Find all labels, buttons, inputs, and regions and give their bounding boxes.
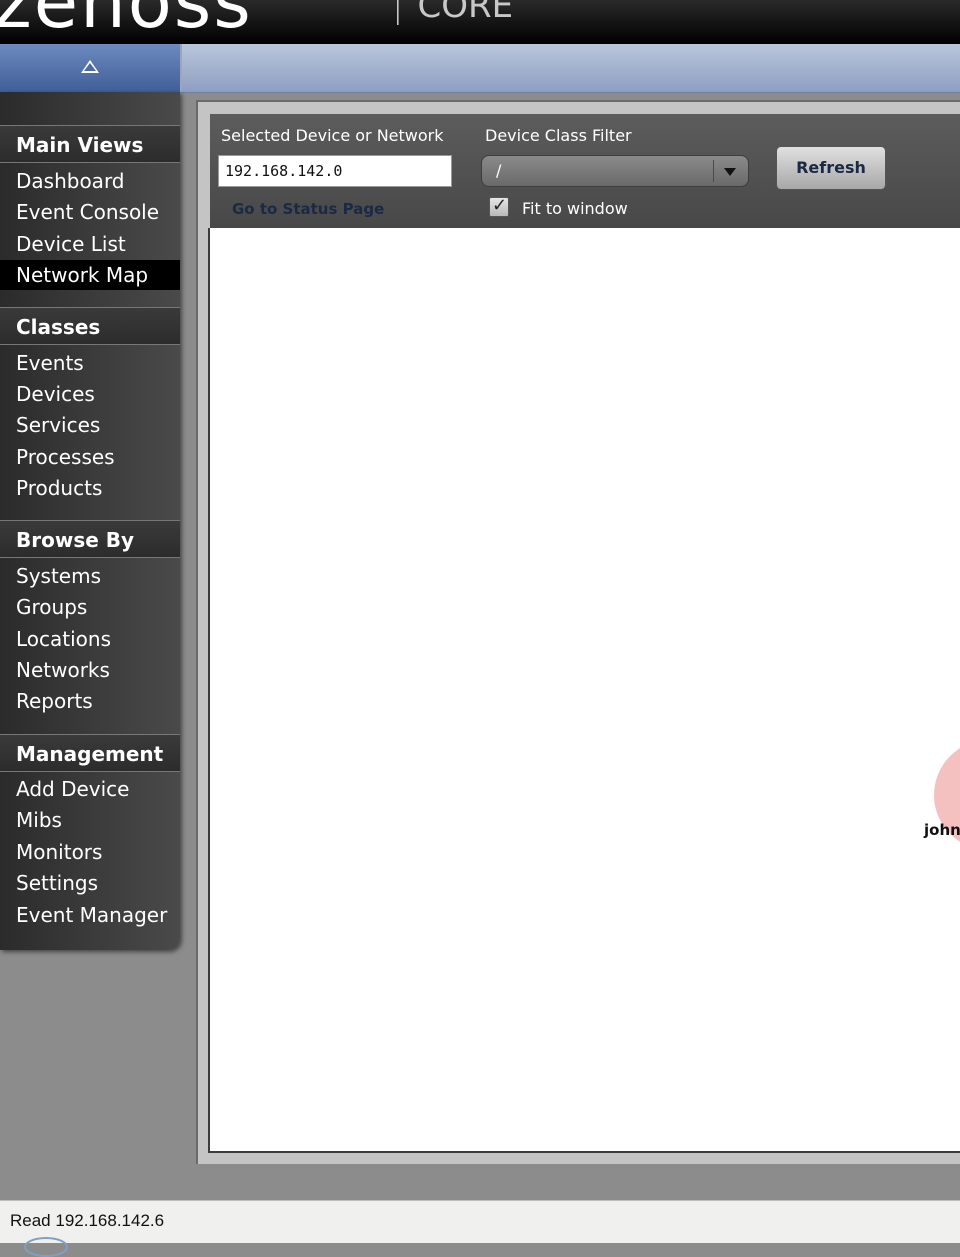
sidebar-item-device-list[interactable]: Device List: [0, 229, 180, 259]
sidebar-item-processes[interactable]: Processes: [0, 442, 180, 472]
fit-to-window-label: Fit to window: [522, 199, 628, 218]
checkmark-icon: ✓: [492, 195, 508, 216]
chevron-down-icon: [724, 168, 736, 176]
sidebar-item-products[interactable]: Products: [0, 473, 180, 503]
collapse-nav-button[interactable]: [0, 44, 182, 92]
sidebar-item-event-manager[interactable]: Event Manager: [0, 900, 180, 930]
network-map-canvas[interactable]: john: [208, 228, 960, 1153]
sidebar-item-locations[interactable]: Locations: [0, 624, 180, 654]
sidebar-item-add-device[interactable]: Add Device: [0, 774, 180, 804]
section-main-views: Main Views: [0, 125, 180, 163]
sidebar-nav: Main Views Dashboard Event Console Devic…: [0, 92, 180, 950]
section-classes: Classes: [0, 307, 180, 345]
device-class-filter-label: Device Class Filter: [485, 126, 632, 145]
app-header: zenoss | CORE: [0, 0, 960, 44]
sidebar-item-dashboard[interactable]: Dashboard: [0, 166, 180, 196]
sidebar-item-settings[interactable]: Settings: [0, 868, 180, 898]
selected-device-label: Selected Device or Network: [221, 126, 444, 145]
filter-value: /: [496, 161, 502, 180]
status-text: Read 192.168.142.6: [10, 1211, 165, 1230]
select-divider: [713, 160, 714, 182]
section-management: Management: [0, 734, 180, 772]
browser-status-bar: Read 192.168.142.6: [0, 1200, 960, 1257]
refresh-button[interactable]: Refresh: [776, 146, 886, 190]
device-class-filter-select[interactable]: /: [481, 155, 749, 187]
sidebar-item-services[interactable]: Services: [0, 410, 180, 440]
sidebar-item-network-map[interactable]: Network Map: [0, 260, 180, 290]
status-page-link[interactable]: Go to Status Page: [232, 200, 384, 218]
sidebar-item-devices[interactable]: Devices: [0, 379, 180, 409]
sidebar-item-monitors[interactable]: Monitors: [0, 837, 180, 867]
sidebar-item-groups[interactable]: Groups: [0, 592, 180, 622]
zenoss-logo: zenoss: [0, 0, 253, 44]
loading-icon: [24, 1237, 68, 1257]
network-node-label: john: [924, 821, 960, 839]
sidebar-item-networks[interactable]: Networks: [0, 655, 180, 685]
product-label: | CORE: [392, 0, 514, 26]
section-browse-by: Browse By: [0, 520, 180, 558]
sidebar-item-events[interactable]: Events: [0, 348, 180, 378]
triangle-up-icon: [81, 60, 99, 73]
fit-to-window-checkbox[interactable]: ✓: [489, 195, 509, 217]
sidebar-item-reports[interactable]: Reports: [0, 686, 180, 716]
sidebar-item-event-console[interactable]: Event Console: [0, 197, 180, 227]
sidebar-item-systems[interactable]: Systems: [0, 561, 180, 591]
sidebar-item-mibs[interactable]: Mibs: [0, 805, 180, 835]
selected-device-input[interactable]: 192.168.142.0: [218, 155, 452, 187]
